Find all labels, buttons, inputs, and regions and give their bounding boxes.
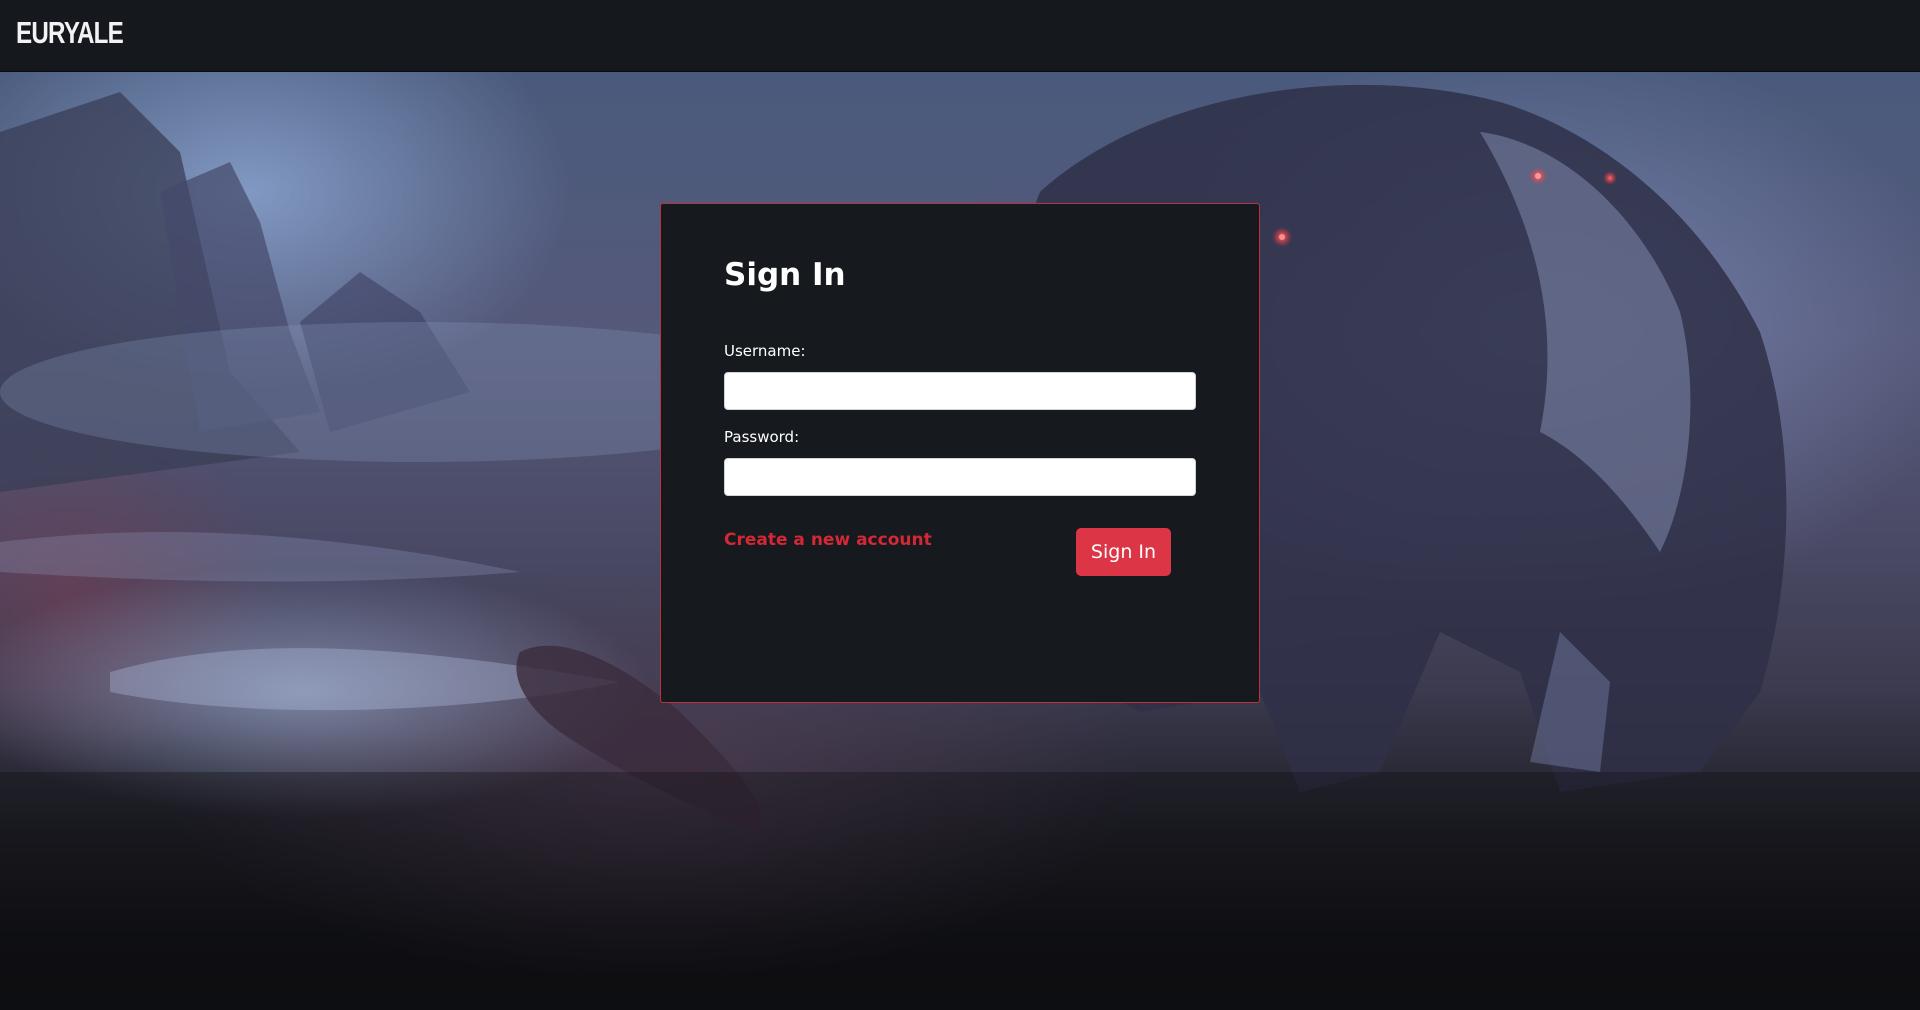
create-account-link[interactable]: Create a new account: [724, 530, 932, 550]
signin-button[interactable]: Sign In: [1076, 528, 1171, 576]
signin-title: Sign In: [724, 257, 846, 293]
password-label: Password:: [724, 428, 800, 446]
brand-logo[interactable]: EURYALE: [16, 15, 124, 51]
navbar: EURYALE: [0, 0, 1920, 72]
username-input[interactable]: [724, 372, 1196, 410]
signin-card: Sign In Username: Password: Create a new…: [660, 203, 1260, 703]
username-label: Username:: [724, 342, 806, 360]
password-input[interactable]: [724, 458, 1196, 496]
